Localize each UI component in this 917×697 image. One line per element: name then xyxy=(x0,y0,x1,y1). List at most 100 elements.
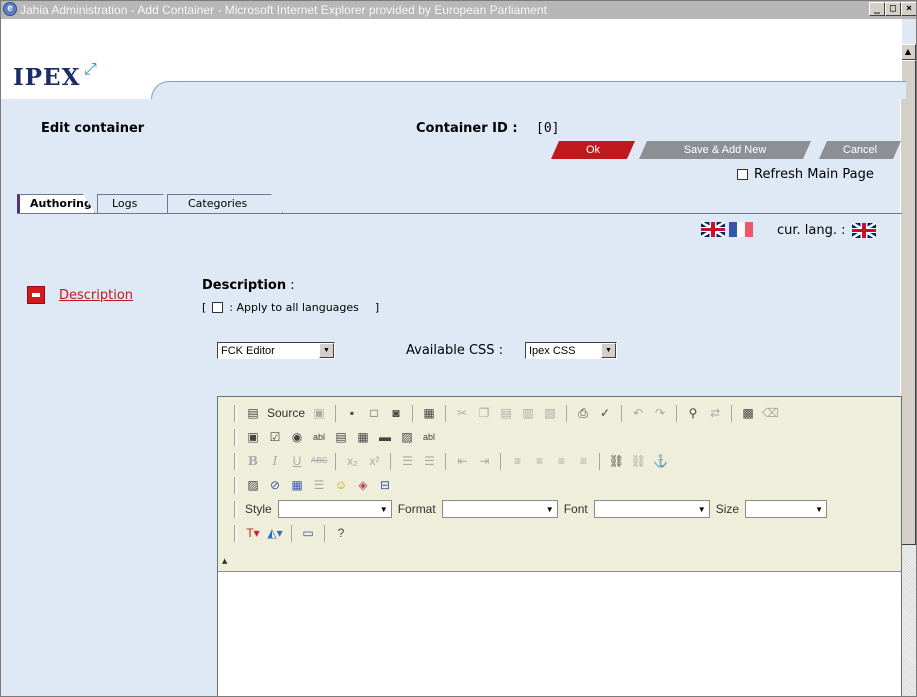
show-blocks-icon[interactable]: ▭ xyxy=(300,525,316,541)
text-color-icon[interactable]: T▾ xyxy=(245,525,261,541)
css-select[interactable]: Ipex CSS ▼ xyxy=(525,342,617,359)
find-icon[interactable]: ⚲ xyxy=(685,405,701,421)
minimize-button[interactable]: _ xyxy=(869,2,885,16)
vertical-scrollbar[interactable]: ▲ xyxy=(900,44,916,696)
save-icon[interactable]: ▪ xyxy=(344,405,360,421)
hidden-field-icon[interactable]: abl xyxy=(421,429,437,445)
unlink-icon[interactable]: ⛓ xyxy=(630,453,646,469)
toolbar-row-1: ▤ Source ▣ ▪ □ ◙ ▦ ✂ ❐ ▤ ▥ ▧ ⎙ ✓ ↶ ↷ ⚲ ⇄… xyxy=(234,401,779,425)
undo-icon[interactable]: ↶ xyxy=(630,405,646,421)
align-right-icon[interactable]: ≡ xyxy=(553,453,569,469)
outdent-icon[interactable]: ⇤ xyxy=(454,453,470,469)
about-icon[interactable]: ? xyxy=(333,525,349,541)
maximize-button[interactable]: □ xyxy=(885,2,901,16)
ok-button[interactable]: Ok xyxy=(551,141,635,159)
style-combo[interactable]: ▼ xyxy=(277,500,392,518)
image-button-icon[interactable]: ▨ xyxy=(399,429,415,445)
header-divider-curve xyxy=(151,81,906,99)
subscript-icon[interactable]: x₂ xyxy=(344,453,360,469)
form-icon[interactable]: ▣ xyxy=(245,429,261,445)
select-all-icon[interactable]: ▩ xyxy=(740,405,756,421)
remove-format-icon[interactable]: ⌫ xyxy=(762,405,779,421)
toolbar-grip xyxy=(234,476,237,494)
paste-word-icon[interactable]: ▧ xyxy=(542,405,558,421)
size-combo[interactable]: ▼ xyxy=(745,500,828,518)
image-icon[interactable]: ▨ xyxy=(245,477,261,493)
toolbar-collapse-icon[interactable]: ▲ xyxy=(222,557,227,565)
editor-toolbar: ▤ Source ▣ ▪ □ ◙ ▦ ✂ ❐ ▤ ▥ ▧ ⎙ ✓ ↶ ↷ ⚲ ⇄… xyxy=(218,397,901,572)
italic-icon[interactable]: I xyxy=(267,453,283,469)
source-icon[interactable]: ▤ xyxy=(245,405,261,421)
underline-icon[interactable]: U xyxy=(289,453,305,469)
radio-icon[interactable]: ◉ xyxy=(289,429,305,445)
text-field-icon[interactable]: abl xyxy=(311,429,327,445)
flash-icon[interactable]: ⊘ xyxy=(267,477,283,493)
strikethrough-icon[interactable]: ABC xyxy=(311,453,327,469)
page-break-icon[interactable]: ⊟ xyxy=(377,477,393,493)
textarea-icon[interactable]: ▤ xyxy=(333,429,349,445)
select-field-icon[interactable]: ▦ xyxy=(355,429,371,445)
align-left-icon[interactable]: ≡ xyxy=(509,453,525,469)
special-char-icon[interactable]: ◈ xyxy=(355,477,371,493)
new-page-icon[interactable]: □ xyxy=(366,405,382,421)
french-flag-icon[interactable] xyxy=(729,222,753,237)
tab-authoring[interactable]: Authoring xyxy=(17,194,95,213)
cancel-button[interactable]: Cancel xyxy=(819,141,901,159)
ordered-list-icon[interactable]: ☰ xyxy=(399,453,415,469)
preview-icon[interactable]: ◙ xyxy=(388,405,404,421)
button-field-icon[interactable]: ▬ xyxy=(377,429,393,445)
dropdown-arrow-icon[interactable]: ▼ xyxy=(377,505,391,514)
cut-icon[interactable]: ✂ xyxy=(454,405,470,421)
toolbar-separator xyxy=(500,452,502,470)
apply-all-languages-checkbox[interactable] xyxy=(212,302,224,313)
scroll-up-arrow-icon[interactable]: ▲ xyxy=(900,44,916,60)
dropdown-arrow-icon[interactable]: ▼ xyxy=(319,343,334,358)
dropdown-arrow-icon[interactable]: ▼ xyxy=(601,343,616,358)
anchor-icon[interactable]: ⚓ xyxy=(652,453,668,469)
dropdown-arrow-icon[interactable]: ▼ xyxy=(812,505,826,514)
refresh-main-page-checkbox[interactable] xyxy=(737,169,748,180)
toolbar-separator xyxy=(566,404,568,422)
smiley-icon[interactable]: ☺ xyxy=(333,477,349,493)
format-combo[interactable]: ▼ xyxy=(441,500,558,518)
paste-icon[interactable]: ▤ xyxy=(498,405,514,421)
paste-text-icon[interactable]: ▥ xyxy=(520,405,536,421)
doc-props-icon[interactable]: ▣ xyxy=(311,405,327,421)
close-button[interactable]: × xyxy=(901,2,916,16)
background-color-icon[interactable]: ◭▾ xyxy=(267,525,283,541)
superscript-icon[interactable]: x² xyxy=(366,453,382,469)
tab-logs[interactable]: Logs xyxy=(97,194,175,213)
page-title: Edit container xyxy=(41,121,145,136)
internet-explorer-icon: e xyxy=(3,2,17,16)
scrollbar-thumb[interactable] xyxy=(900,60,916,545)
save-add-new-button[interactable]: Save & Add New xyxy=(639,141,811,159)
tab-categories[interactable]: Categories xyxy=(167,194,283,213)
apply-all-languages-row: [ : Apply to all languages ] xyxy=(202,301,379,314)
english-flag-icon[interactable] xyxy=(701,222,725,237)
toolbar-separator xyxy=(291,524,292,542)
toolbar-grip xyxy=(234,404,237,422)
checkbox-icon[interactable]: ☑ xyxy=(267,429,283,445)
indent-icon[interactable]: ⇥ xyxy=(476,453,492,469)
unordered-list-icon[interactable]: ☰ xyxy=(421,453,437,469)
align-center-icon[interactable]: ≡ xyxy=(531,453,547,469)
description-link[interactable]: Description xyxy=(59,288,133,303)
editor-type-select[interactable]: FCK Editor ▼ xyxy=(217,342,335,359)
templates-icon[interactable]: ▦ xyxy=(421,405,437,421)
table-icon[interactable]: ▦ xyxy=(289,477,305,493)
horizontal-rule-icon[interactable]: ☰ xyxy=(311,477,327,493)
font-combo[interactable]: ▼ xyxy=(593,500,710,518)
dropdown-arrow-icon[interactable]: ▼ xyxy=(543,505,557,514)
justify-icon[interactable]: ≡ xyxy=(575,453,591,469)
redo-icon[interactable]: ↷ xyxy=(652,405,668,421)
link-icon[interactable]: ⛓ xyxy=(608,453,624,469)
replace-icon[interactable]: ⇄ xyxy=(707,405,723,421)
field-list-item-description[interactable]: Description xyxy=(27,286,133,304)
refresh-main-page-label: Refresh Main Page xyxy=(754,167,874,182)
spellcheck-icon[interactable]: ✓ xyxy=(597,405,613,421)
source-button-label[interactable]: Source xyxy=(267,406,305,420)
bold-icon[interactable]: B xyxy=(245,453,261,469)
print-icon[interactable]: ⎙ xyxy=(575,405,591,421)
dropdown-arrow-icon[interactable]: ▼ xyxy=(695,505,709,514)
copy-icon[interactable]: ❐ xyxy=(476,405,492,421)
